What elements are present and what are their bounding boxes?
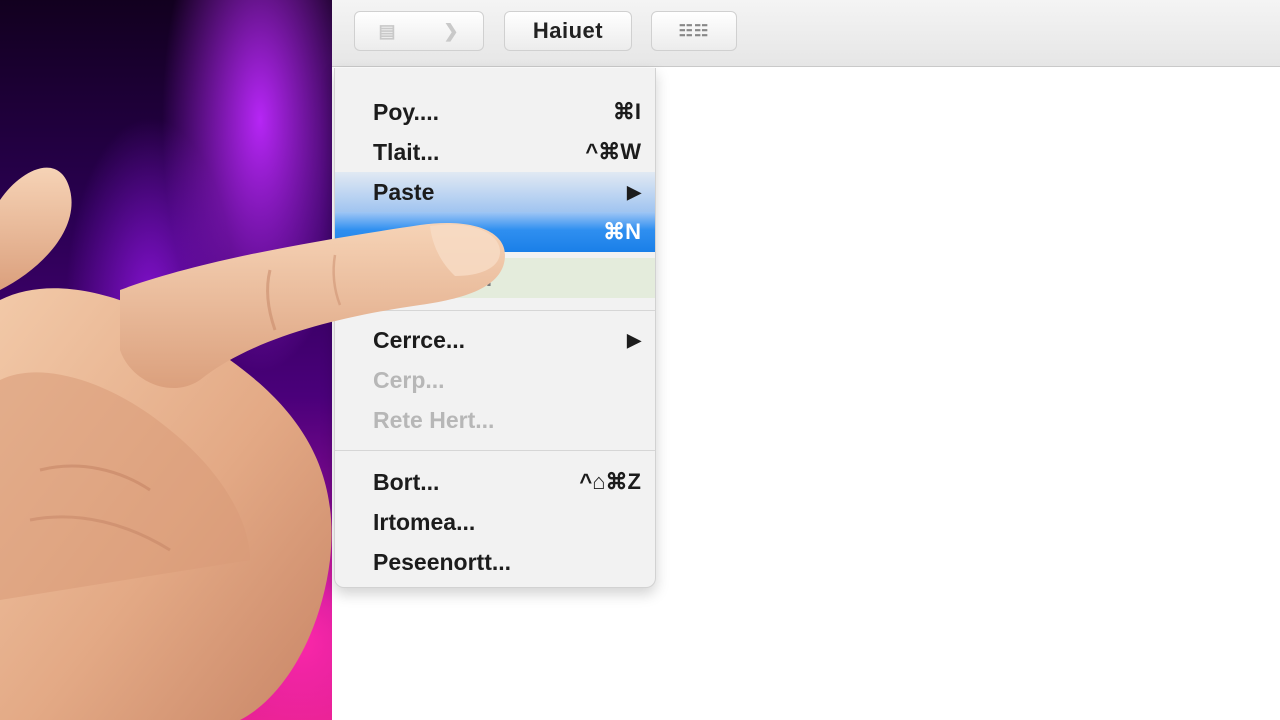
menu-separator (335, 450, 655, 451)
menu-item-shortcut: ^⌂⌘Z (579, 469, 641, 494)
grid-view-icon: ☷☷ (678, 23, 710, 40)
menu-item-label: Poy.... (373, 98, 440, 125)
menu-item-highlighted[interactable]: ⌘N (335, 212, 655, 252)
menu-item-shortcut: ^⌘W (585, 139, 641, 164)
menu-item-label: Paste (373, 178, 435, 205)
menu-item-label: Cerrce... (373, 326, 466, 353)
menu-separator (335, 310, 655, 311)
menu-item-poy[interactable]: Poy.... ⌘I (335, 92, 655, 132)
toolbar-title: Haiuet (532, 18, 604, 43)
menu-item-shortcut: ⌘N (603, 219, 641, 244)
menu-item-cerp: Cerp... (335, 360, 655, 400)
menu-item-label: Tlait... (373, 138, 440, 165)
menu-item-shortcut: ⌘I (612, 99, 641, 124)
submenu-arrow-icon: ▶ (627, 329, 641, 350)
forward-button[interactable]: ❯ (419, 12, 483, 50)
forward-arrow-icon: ❯ (443, 20, 459, 41)
menu-item-label: Rete Hert... (373, 406, 495, 433)
desktop-backdrop (0, 0, 332, 720)
menu-item-label: Bort... (373, 468, 440, 495)
menu-item-label: ... (473, 264, 493, 291)
dropdown-menu: Poy.... ⌘I Tlait... ^⌘W Paste ▶ ⌘N ... C… (334, 68, 656, 588)
toolbar-title-button[interactable]: Haiuet (504, 11, 632, 51)
view-options-button[interactable]: ☷☷ (651, 11, 737, 51)
menu-item-irtomea[interactable]: Irtomea... (335, 502, 655, 542)
menu-item-tlait[interactable]: Tlait... ^⌘W (335, 132, 655, 172)
menu-item-bort[interactable]: Bort... ^⌂⌘Z (335, 462, 655, 502)
menu-item-peseenortt[interactable]: Peseenortt... (335, 542, 655, 582)
menu-item-cerrce[interactable]: Cerrce... ▶ (335, 320, 655, 360)
submenu-arrow-icon: ▶ (627, 181, 641, 202)
back-button[interactable]: ▤ (355, 12, 419, 50)
navigation-control: ▤ ❯ (354, 11, 484, 51)
menu-item-hidden[interactable]: ... (335, 258, 655, 298)
menu-item-label: Irtomea... (373, 508, 476, 535)
back-arrow-icon: ▤ (378, 20, 396, 41)
menu-item-paste[interactable]: Paste ▶ (335, 172, 655, 212)
menu-item-label: Cerp... (373, 366, 445, 393)
toolbar: ▤ ❯ Haiuet ☷☷ (332, 0, 1280, 67)
menu-item-rete-hert: Rete Hert... (335, 400, 655, 440)
menu-item-label: Peseenortt... (373, 548, 512, 575)
